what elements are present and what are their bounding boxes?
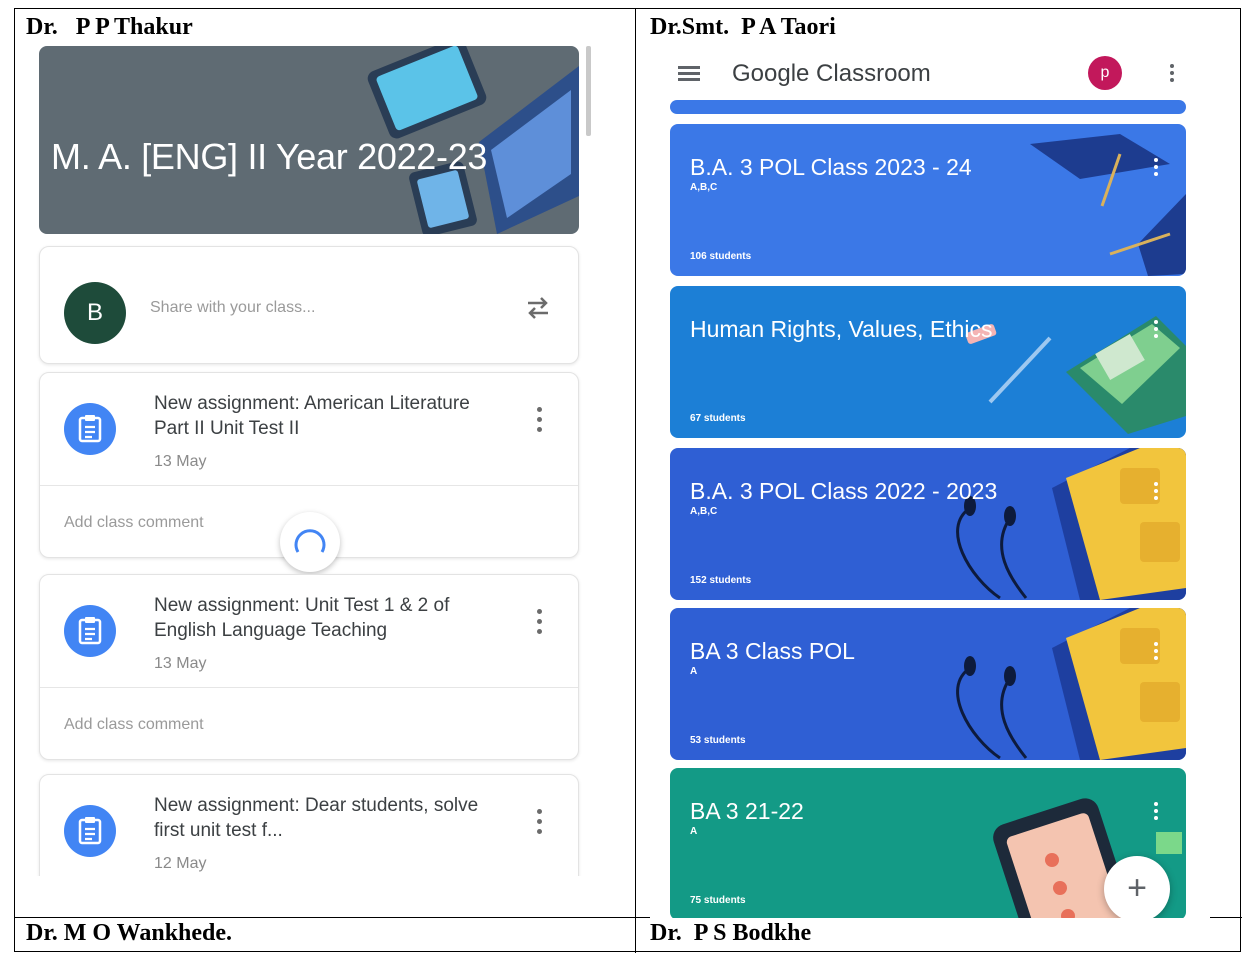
loading-spinner-icon xyxy=(280,512,340,572)
header-bottom-left: Dr. M O Wankhede. xyxy=(26,920,233,946)
class-banner[interactable]: M. A. [ENG] II Year 2022-23 xyxy=(39,46,579,234)
assignment-title[interactable]: New assignment: Dear students, solve fir… xyxy=(154,793,484,843)
divider xyxy=(40,485,578,486)
more-options-icon[interactable] xyxy=(528,609,550,639)
class-section: A,B,C xyxy=(690,506,718,517)
assignment-icon xyxy=(64,605,116,657)
add-comment-link[interactable]: Add class comment xyxy=(64,514,204,532)
avatar: B xyxy=(64,282,126,344)
app-title: Google Classroom xyxy=(732,60,931,87)
assignment-date: 13 May xyxy=(154,655,207,672)
share-input[interactable]: Share with your class... xyxy=(150,299,315,317)
add-comment-link[interactable]: Add class comment xyxy=(64,716,204,734)
assignment-title[interactable]: New assignment: American Literature Part… xyxy=(154,391,484,441)
student-count: 53 students xyxy=(690,735,746,746)
account-avatar[interactable]: p xyxy=(1088,56,1122,90)
class-name: BA 3 21-22 xyxy=(690,798,804,824)
class-card-partial[interactable] xyxy=(670,100,1186,114)
more-options-icon[interactable] xyxy=(1154,802,1160,823)
assignment-icon xyxy=(64,805,116,857)
more-options-icon[interactable] xyxy=(1154,320,1160,341)
share-card[interactable]: B Share with your class... xyxy=(39,246,579,364)
header-top-right: Dr.Smt. P A Taori xyxy=(650,14,836,40)
more-options-icon[interactable] xyxy=(1170,64,1176,85)
class-card[interactable]: B.A. 3 POL Class 2022 - 2023 A,B,C 152 s… xyxy=(670,448,1186,600)
assignment-date: 12 May xyxy=(154,855,207,872)
student-count: 75 students xyxy=(690,895,746,906)
class-card[interactable]: B.A. 3 POL Class 2023 - 24 A,B,C 106 stu… xyxy=(670,124,1186,276)
assignment-title[interactable]: New assignment: Unit Test 1 & 2 of Engli… xyxy=(154,593,484,643)
header-bottom-right: Dr. P S Bodkhe xyxy=(650,920,812,946)
assignment-icon xyxy=(64,403,116,455)
class-title: M. A. [ENG] II Year 2022-23 xyxy=(51,136,488,177)
class-name: B.A. 3 POL Class 2022 - 2023 xyxy=(690,478,998,504)
class-section: A,B,C xyxy=(690,182,718,193)
student-count: 152 students xyxy=(690,575,752,586)
classroom-list-screenshot: Google Classroom p B.A. 3 POL Class 2023… xyxy=(650,42,1210,918)
class-section: A xyxy=(690,826,698,837)
more-options-icon[interactable] xyxy=(1154,642,1160,663)
repost-icon[interactable] xyxy=(520,289,556,325)
class-name: BA 3 Class POL xyxy=(690,638,855,664)
more-options-icon[interactable] xyxy=(528,809,550,839)
table-divider-vertical xyxy=(635,9,636,953)
class-section: A xyxy=(690,666,698,677)
assignment-card[interactable]: New assignment: Dear students, solve fir… xyxy=(39,774,579,876)
more-options-icon[interactable] xyxy=(528,407,550,437)
hamburger-menu-icon[interactable] xyxy=(678,66,700,84)
assignment-card[interactable]: New assignment: Unit Test 1 & 2 of Engli… xyxy=(39,574,579,760)
more-options-icon[interactable] xyxy=(1154,482,1160,503)
header-top-left: Dr. P P Thakur xyxy=(26,14,193,40)
class-stream-screenshot: M. A. [ENG] II Year 2022-23 B Share with… xyxy=(24,42,604,876)
assignment-date: 13 May xyxy=(154,453,207,470)
divider xyxy=(40,687,578,688)
add-class-button[interactable]: + xyxy=(1104,856,1170,918)
class-card[interactable]: Human Rights, Values, Ethics 67 students xyxy=(670,286,1186,438)
app-bar: Google Classroom p xyxy=(650,42,1210,104)
class-card[interactable]: BA 3 Class POL A 53 students xyxy=(670,608,1186,760)
headphones-illustration xyxy=(956,608,1186,760)
student-count: 67 students xyxy=(690,413,746,424)
book-illustration xyxy=(965,316,1186,434)
more-options-icon[interactable] xyxy=(1154,158,1160,179)
scrollbar[interactable] xyxy=(586,46,591,136)
class-name: Human Rights, Values, Ethics xyxy=(690,316,993,342)
class-name: B.A. 3 POL Class 2023 - 24 xyxy=(690,154,972,180)
student-count: 106 students xyxy=(690,251,752,262)
